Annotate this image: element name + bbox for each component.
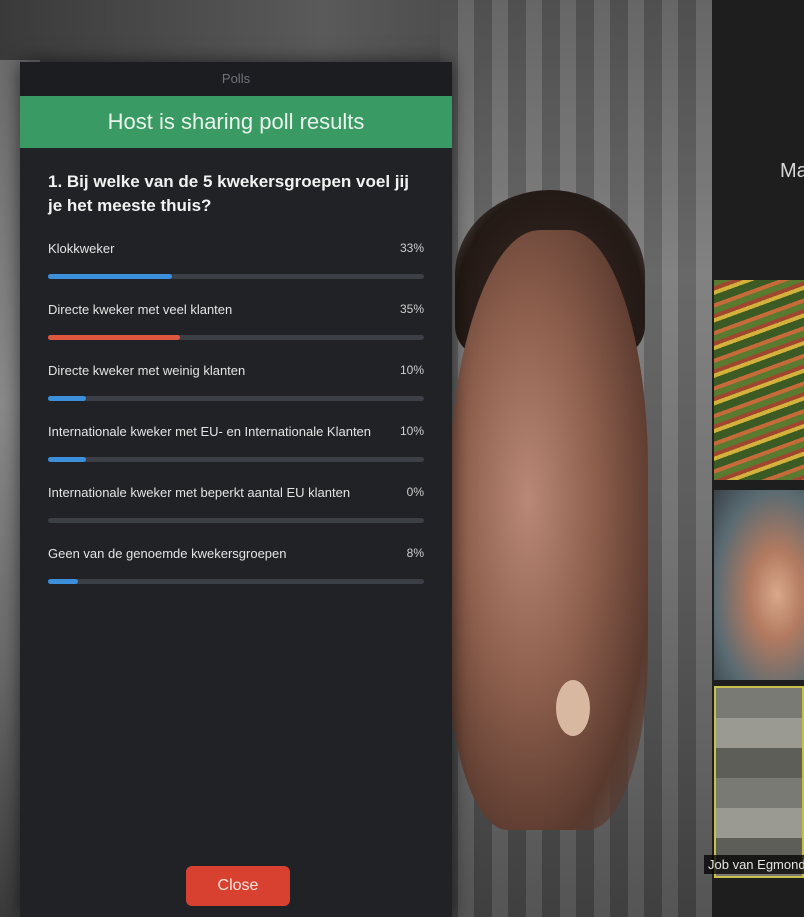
poll-option-bar-track: [48, 518, 424, 523]
poll-sharing-banner: Host is sharing poll results: [20, 96, 452, 148]
poll-options-list: Klokkweker 33% Directe kweker met veel k…: [48, 238, 424, 584]
poll-option-label: Internationale kweker met EU- en Interna…: [48, 423, 372, 439]
poll-option-bar-fill: [48, 335, 180, 340]
poll-option-label: Internationale kweker met beperkt aantal…: [48, 484, 351, 500]
poll-option-bar-track: [48, 335, 424, 340]
close-button[interactable]: Close: [186, 866, 290, 906]
poll-option-label: Directe kweker met weinig klanten: [48, 362, 246, 378]
participant-thumbnail-job[interactable]: [714, 686, 804, 878]
poll-option-bar-fill: [48, 274, 173, 279]
poll-option-bar-track: [48, 457, 424, 462]
poll-option-label: Directe kweker met veel klanten: [48, 301, 233, 317]
sidebar-title-partial: Ma: [780, 160, 804, 182]
poll-option-bar-fill: [48, 579, 79, 584]
participant-thumbnail-man[interactable]: [714, 490, 804, 680]
poll-option-percent: 33%: [399, 241, 424, 255]
poll-option-percent: 0%: [406, 485, 424, 499]
poll-option-percent: 10%: [399, 424, 424, 438]
participant-thumbnail-flowers[interactable]: [714, 280, 804, 480]
poll-option: Internationale kweker met EU- en Interna…: [48, 421, 424, 462]
poll-option: Geen van de genoemde kwekersgroepen 8%: [48, 543, 424, 584]
poll-option: Directe kweker met weinig klanten 10%: [48, 360, 424, 401]
poll-window-title[interactable]: Polls: [20, 62, 452, 96]
poll-option-bar-fill: [48, 457, 86, 462]
poll-option-percent: 10%: [399, 363, 424, 377]
poll-option-bar-fill: [48, 396, 86, 401]
poll-option-percent: 35%: [399, 302, 424, 316]
poll-question: 1. Bij welke van de 5 kwekersgroepen voe…: [48, 172, 409, 215]
poll-option: Internationale kweker met beperkt aantal…: [48, 482, 424, 523]
poll-option-label: Klokkweker: [48, 240, 115, 256]
poll-body: 1. Bij welke van de 5 kwekersgroepen voe…: [20, 148, 452, 584]
poll-option: Directe kweker met veel klanten 35%: [48, 299, 424, 340]
participant-name-label: Job van Egmond: [704, 855, 804, 874]
poll-results-window: Polls Host is sharing poll results 1. Bi…: [20, 62, 452, 917]
poll-option-bar-track: [48, 274, 424, 279]
poll-option-bar-track: [48, 579, 424, 584]
poll-option-percent: 8%: [406, 546, 424, 560]
speaker-ear: [556, 680, 590, 736]
poll-option: Klokkweker 33%: [48, 238, 424, 279]
speaker-face: [448, 230, 648, 830]
poll-option-label: Geen van de genoemde kwekersgroepen: [48, 545, 287, 561]
poll-option-bar-track: [48, 396, 424, 401]
